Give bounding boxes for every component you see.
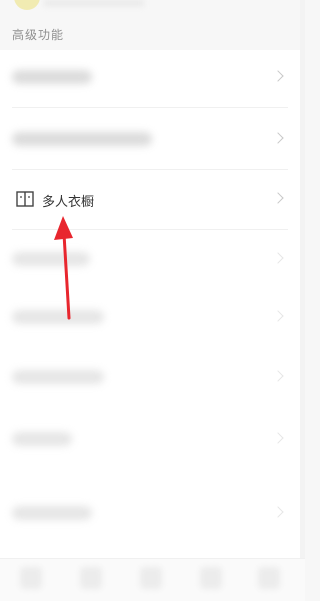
tab-icon[interactable] [80,567,102,589]
tab-icon[interactable] [20,567,42,589]
list-item-blurred-5[interactable] [0,350,300,408]
book-icon [16,191,34,207]
chevron-right-icon [272,252,284,264]
annotation-arrow-icon [54,216,73,320]
chevron-right-icon [272,132,284,144]
list-item-blurred-1[interactable] [0,50,300,108]
tab-icon[interactable] [140,567,162,589]
chevron-right-icon [272,506,284,518]
bottom-tab-bar [0,558,305,601]
blurred-label [12,132,152,146]
chevron-right-icon [272,192,284,204]
section-title: 高级功能 [12,28,65,42]
list-item-blurred-4[interactable] [0,290,300,348]
chevron-right-icon [272,432,284,444]
list-item-blurred-6[interactable] [0,412,300,470]
feature-label: 多人衣橱 [42,195,95,210]
avatar[interactable] [14,0,40,10]
blurred-header-text [44,0,144,6]
list-item-blurred-2[interactable] [0,112,300,170]
feature-list: 多人衣橱 [0,50,300,560]
chevron-right-icon [272,310,284,322]
blurred-label [12,70,92,84]
list-item-blurred-7[interactable] [0,486,300,544]
blurred-label [12,370,104,384]
chevron-right-icon [272,70,284,82]
scrollbar-track [300,0,305,600]
chevron-right-icon [272,370,284,382]
tab-icon[interactable] [258,567,280,589]
list-item-multi-wardrobe[interactable]: 多人衣橱 [0,172,300,230]
tab-icon[interactable] [200,567,222,589]
blurred-label [12,506,92,520]
list-item-blurred-3[interactable] [0,232,300,290]
blurred-label [12,432,72,446]
